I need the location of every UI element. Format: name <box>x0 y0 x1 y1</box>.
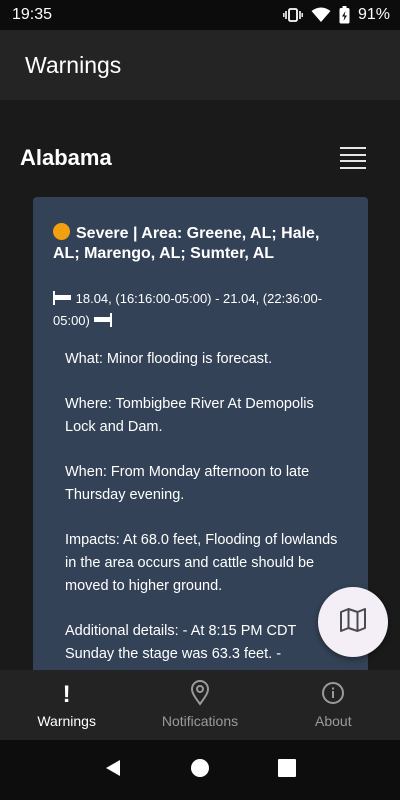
vibrate-icon <box>283 8 303 22</box>
warning-title-text: Severe | Area: Greene, AL; Hale, AL; Mar… <box>53 225 320 262</box>
info-icon <box>321 681 345 708</box>
nav-notifications-label: Notifications <box>161 712 239 729</box>
menu-icon[interactable] <box>340 147 366 169</box>
nav-warnings[interactable]: ! Warnings <box>0 670 133 740</box>
wifi-icon <box>311 7 331 23</box>
page-title: Warnings <box>25 51 122 78</box>
warning-title: Severe | Area: Greene, AL; Hale, AL; Mar… <box>53 223 348 264</box>
map-icon <box>339 606 367 639</box>
bottom-nav: ! Warnings Notifications About <box>0 670 400 740</box>
system-nav <box>0 740 400 800</box>
exclamation-icon: ! <box>62 680 71 708</box>
warning-card[interactable]: Severe | Area: Greene, AL; Hale, AL; Mar… <box>33 197 368 670</box>
status-time: 19:35 <box>12 6 53 23</box>
time-end-marker-icon <box>93 313 113 327</box>
battery-level: 91% <box>357 6 390 23</box>
back-icon[interactable] <box>103 758 123 783</box>
time-start-marker-icon <box>53 291 72 305</box>
nav-about-label: About <box>315 712 352 729</box>
warning-when: When: From Monday afternoon to late Thur… <box>65 464 310 503</box>
app-bar: Warnings <box>0 30 400 100</box>
region-header: Alabama <box>20 145 366 171</box>
region-title: Alabama <box>20 145 112 170</box>
warning-additional-details: Additional details: - At 8:15 PM CDT Sun… <box>65 623 297 670</box>
location-pin-icon <box>190 680 210 709</box>
nav-notifications[interactable]: Notifications <box>133 670 266 740</box>
warning-time-range: 18.04, (16:16:00-05:00) - 21.04, (22:36:… <box>53 288 348 332</box>
warning-impacts: Impacts: At 68.0 feet, Flooding of lowla… <box>65 532 338 594</box>
home-icon[interactable] <box>190 758 210 783</box>
warning-what: What: Minor flooding is forecast. <box>65 351 273 367</box>
nav-warnings-label: Warnings <box>37 712 96 729</box>
recents-icon[interactable] <box>277 758 297 783</box>
nav-about[interactable]: About <box>267 670 400 740</box>
warnings-list[interactable]: Alabama Severe | Area: Greene, AL; Hale,… <box>0 100 400 670</box>
map-button[interactable] <box>318 587 388 657</box>
warning-description: What: Minor flooding is forecast. Where:… <box>53 348 348 670</box>
status-bar: 19:35 91% <box>0 0 400 30</box>
status-icons: 91% <box>283 6 390 24</box>
battery-icon <box>339 6 350 24</box>
warning-where: Where: Tombigbee River At Demopolis Lock… <box>65 396 314 435</box>
severity-dot-icon <box>53 223 70 240</box>
